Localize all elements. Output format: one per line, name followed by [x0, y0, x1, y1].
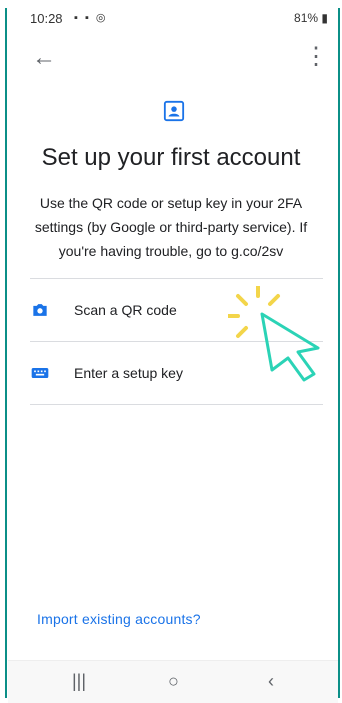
top-toolbar: ← ⋮ [8, 38, 338, 76]
enter-setup-key-label: Enter a setup key [74, 365, 183, 381]
camera-icon [33, 304, 47, 316]
status-notification-icons: ▪ ▪ ◎ [74, 12, 108, 24]
phone-screen: 10:28 ▪ ▪ ◎ 81% ▮ ← ⋮ Set up your first … [0, 0, 342, 703]
cursor-arrow-icon [260, 312, 320, 382]
screen-border-right [338, 8, 340, 698]
page-description: Use the QR code or setup key in your 2FA… [34, 195, 308, 259]
keyboard-icon [31, 368, 49, 378]
battery-indicator: 81% ▮ [294, 11, 328, 25]
status-time: 10:28 [30, 11, 63, 26]
battery-icon: ▮ [321, 11, 328, 25]
recent-apps-icon[interactable]: ||| [72, 671, 86, 692]
back-arrow-icon[interactable]: ← [32, 44, 56, 72]
system-nav-bar: ||| ○ ‹ [8, 660, 338, 703]
import-existing-accounts-link[interactable]: Import existing accounts? [37, 611, 201, 627]
overflow-menu-icon[interactable]: ⋮ [304, 42, 328, 71]
divider-bottom [30, 404, 323, 405]
click-burst-icon [228, 286, 280, 338]
home-icon[interactable]: ○ [168, 671, 179, 692]
scan-qr-label: Scan a QR code [74, 302, 177, 318]
divider-top [30, 278, 323, 279]
back-nav-icon[interactable]: ‹ [268, 671, 274, 692]
screen-border-left [5, 8, 7, 698]
page-title: Set up your first account [41, 144, 301, 171]
qr-icon [163, 100, 185, 122]
status-bar: 10:28 ▪ ▪ ◎ 81% ▮ [8, 6, 338, 28]
click-cursor-illustration [228, 286, 320, 382]
battery-text: 81% [294, 11, 319, 25]
